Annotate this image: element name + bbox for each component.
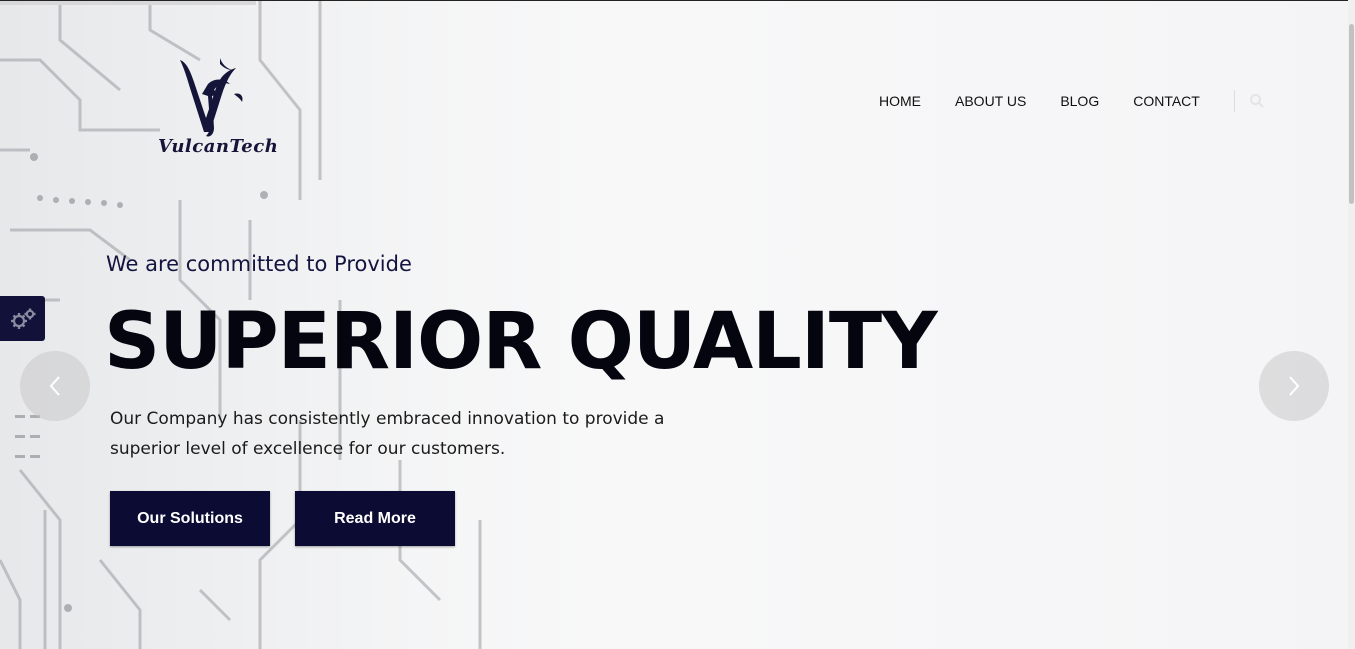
loading-bar	[0, 1, 256, 5]
nav-item-blog[interactable]: BLOG	[1060, 93, 1099, 109]
search-icon[interactable]	[1249, 93, 1265, 109]
page: VulcanTech HOME ABOUT US BLOG CONTACT We…	[0, 0, 1355, 649]
slider-next-button[interactable]	[1259, 351, 1329, 421]
hero-description: Our Company has consistently embraced in…	[110, 404, 710, 464]
nav-divider	[1233, 90, 1235, 112]
read-more-button[interactable]: Read More	[295, 491, 455, 546]
nav-item-home[interactable]: HOME	[879, 93, 921, 109]
hero-description-line: superior level of excellence for our cus…	[110, 439, 506, 459]
gears-icon	[10, 308, 35, 329]
chevron-right-icon	[1289, 376, 1300, 396]
slider-prev-button[interactable]	[20, 351, 90, 421]
main-nav: HOME ABOUT US BLOG CONTACT	[879, 90, 1265, 112]
scrollbar[interactable]	[1348, 0, 1355, 649]
scrollbar-thumb[interactable]	[1349, 24, 1354, 204]
logo-text: VulcanTech	[158, 136, 279, 157]
settings-tab[interactable]	[0, 296, 45, 341]
chevron-left-icon	[49, 376, 60, 396]
hero-kicker: We are committed to Provide	[106, 252, 412, 276]
hero-title: SUPERIOR QUALITY	[104, 297, 938, 387]
our-solutions-button[interactable]: Our Solutions	[110, 491, 270, 546]
hero-description-line: Our Company has consistently embraced in…	[110, 409, 665, 429]
nav-item-about-us[interactable]: ABOUT US	[955, 93, 1026, 109]
nav-item-contact[interactable]: CONTACT	[1133, 93, 1200, 109]
